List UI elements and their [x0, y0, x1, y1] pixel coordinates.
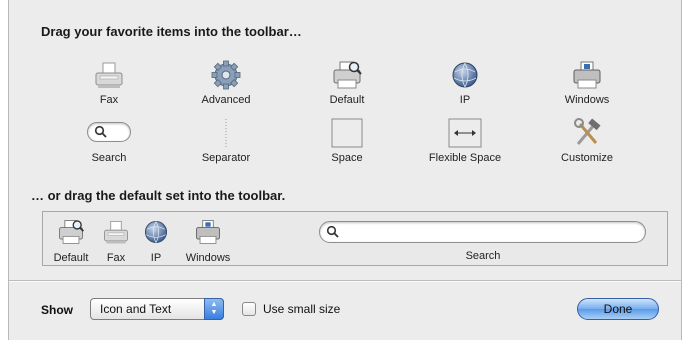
printer-magnifier-icon [59, 220, 84, 244]
favorites-heading: Drag your favorite items into the toolba… [41, 24, 302, 39]
printer-icon [573, 61, 601, 89]
separator-icon [225, 119, 227, 147]
magnifier-icon [94, 125, 107, 138]
palette-item-separator[interactable]: Separator [171, 118, 281, 174]
default-set-label: Search [465, 250, 501, 262]
printer-magnifier-icon [333, 61, 362, 89]
palette-label: Advanced [201, 94, 251, 106]
hammer-wrench-icon [574, 118, 601, 145]
palette-item-fax[interactable]: Fax [54, 60, 164, 116]
printer-icon [196, 220, 220, 244]
default-set-label: IP [150, 252, 162, 264]
palette-label: Fax [99, 94, 119, 106]
fax-icon [95, 62, 123, 88]
customize-toolbar-sheet: Drag your favorite items into the toolba… [8, 0, 682, 340]
palette-label: Windows [564, 94, 610, 106]
fax-icon [104, 220, 128, 244]
default-set-item-search: Search [443, 250, 523, 262]
palette-label: Flexible Space [428, 152, 502, 164]
flexible-space-icon [448, 118, 482, 148]
space-icon [331, 118, 363, 148]
default-set-label: Windows [185, 252, 231, 264]
globe-icon [452, 62, 478, 88]
palette-label: Search [91, 152, 127, 164]
default-toolbar-set[interactable]: Default Fax IP Windows Search [42, 211, 668, 266]
palette-item-space[interactable]: Space [292, 118, 402, 174]
show-popup-value: Icon and Text [100, 302, 172, 316]
show-label: Show [41, 303, 73, 317]
done-button[interactable]: Done [577, 298, 659, 320]
palette-item-ip[interactable]: IP [410, 60, 520, 116]
search-icon [87, 122, 131, 142]
globe-icon [144, 220, 168, 244]
palette-item-advanced[interactable]: Advanced [171, 60, 281, 116]
palette-label: Customize [561, 152, 613, 164]
palette-item-search[interactable]: Search [54, 118, 164, 174]
default-set-item-ip: IP [141, 218, 171, 264]
palette-label: Separator [201, 152, 251, 164]
default-set-label: Fax [106, 252, 126, 264]
use-small-size-label[interactable]: Use small size [263, 302, 340, 316]
palette-label: Space [331, 152, 363, 164]
palette-item-flexible-space[interactable]: Flexible Space [410, 118, 520, 174]
palette-item-windows[interactable]: Windows [532, 60, 642, 116]
palette-item-default[interactable]: Default [292, 60, 402, 116]
gear-icon [211, 60, 241, 90]
default-set-search-field [319, 221, 646, 243]
show-popup[interactable]: Icon and Text ▲ ▼ [90, 298, 224, 320]
default-set-item-fax: Fax [101, 218, 131, 264]
footer-divider-highlight [9, 281, 681, 282]
default-set-label: Default [53, 252, 89, 264]
default-set-heading: … or drag the default set into the toolb… [31, 188, 286, 203]
palette-label: Default [329, 94, 365, 106]
palette-item-customize[interactable]: Customize [532, 118, 642, 174]
default-set-item-default: Default [53, 218, 89, 264]
popup-arrows-icon: ▲ ▼ [204, 298, 224, 320]
palette-label: IP [459, 94, 471, 106]
use-small-size-checkbox[interactable] [242, 302, 256, 316]
default-set-item-windows: Windows [183, 218, 233, 264]
search-icon [326, 225, 339, 238]
